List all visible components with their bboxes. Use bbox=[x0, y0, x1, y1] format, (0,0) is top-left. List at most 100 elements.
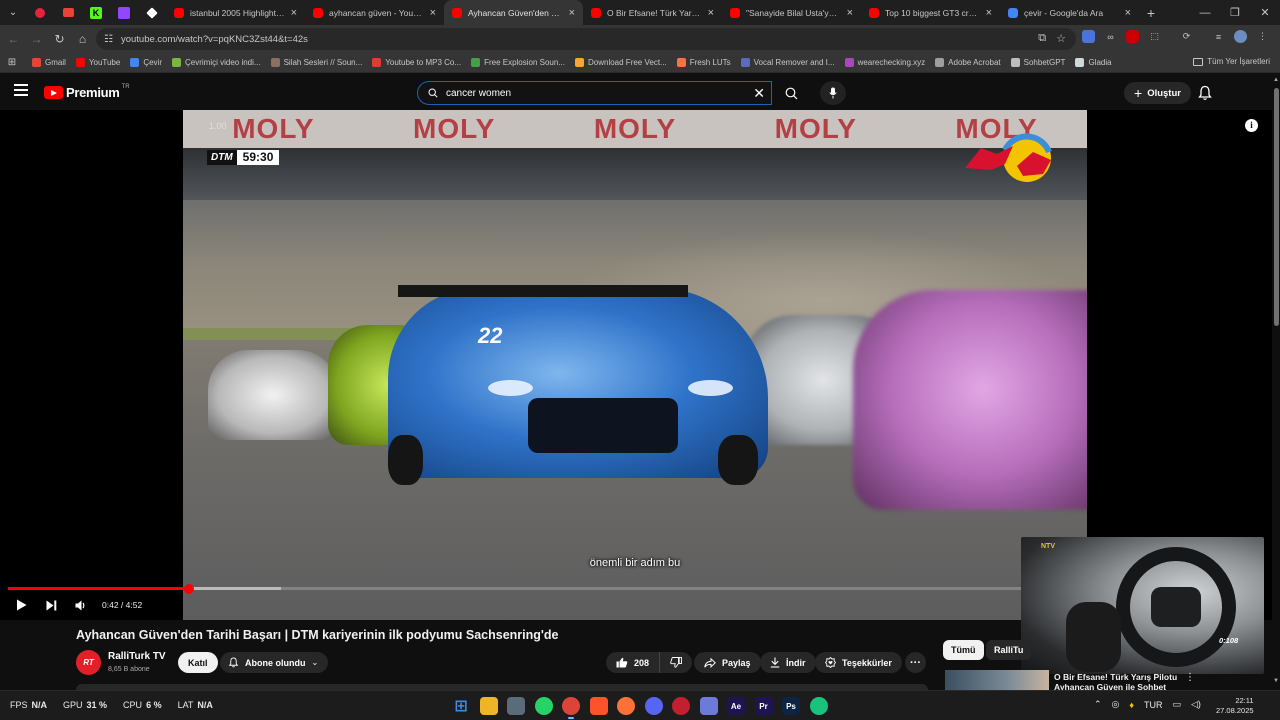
chrome-menu-icon[interactable]: ⋮ bbox=[1256, 30, 1269, 43]
channel-name[interactable]: RalliTurk TV bbox=[108, 651, 166, 662]
extension-glasses-icon[interactable]: ∞ bbox=[1104, 30, 1117, 43]
browser-tab[interactable]: "Sanayide Bilal Usta'ya Çırak × bbox=[722, 0, 861, 25]
bookmark-item[interactable]: Vocal Remover and I... bbox=[740, 58, 835, 67]
extensions-puzzle-icon[interactable]: ⬚ bbox=[1148, 30, 1161, 43]
install-app-icon[interactable]: ⧉ bbox=[1038, 32, 1046, 45]
pinned-tab-twitch[interactable] bbox=[110, 0, 138, 25]
scroll-down-arrow-icon[interactable]: ▼ bbox=[1273, 678, 1279, 684]
chip-channel[interactable]: RalliTu bbox=[986, 640, 1032, 660]
close-tab-icon[interactable]: × bbox=[430, 7, 436, 19]
recommended-more-icon[interactable]: ⋮ bbox=[1185, 672, 1195, 683]
extension-translate-icon[interactable] bbox=[1082, 30, 1095, 43]
taskbar-windows-start-icon[interactable]: ⊞ bbox=[452, 697, 470, 715]
mute-button[interactable] bbox=[66, 594, 96, 616]
taskbar-discord-icon[interactable] bbox=[644, 697, 663, 715]
reload-button[interactable]: ↻ bbox=[48, 32, 71, 46]
picture-in-picture-overlay[interactable]: NTV 0:108 bbox=[1021, 537, 1264, 674]
bookmark-item[interactable]: Download Free Vect... bbox=[575, 58, 667, 67]
taskbar-photoshop-icon[interactable]: Ps bbox=[782, 697, 800, 715]
info-icon[interactable]: i bbox=[1245, 119, 1258, 132]
extension-youtube-icon[interactable] bbox=[1126, 30, 1139, 43]
close-tab-icon[interactable]: × bbox=[1125, 7, 1131, 19]
taskbar-brave-icon[interactable] bbox=[589, 697, 608, 715]
new-tab-button[interactable]: + bbox=[1139, 5, 1163, 21]
bookmark-item[interactable]: Silah Sesleri // Soun... bbox=[270, 58, 362, 67]
close-tab-icon[interactable]: × bbox=[291, 7, 297, 19]
like-button[interactable]: 208 bbox=[606, 652, 661, 673]
tray-overflow-chevron-icon[interactable]: ⌃ bbox=[1094, 699, 1102, 710]
network-icon[interactable]: ▭ bbox=[1173, 699, 1182, 710]
more-actions-button[interactable]: ··· bbox=[905, 652, 926, 673]
scroll-up-arrow-icon[interactable]: ▲ bbox=[1273, 77, 1279, 83]
join-button[interactable]: Katıl bbox=[178, 652, 218, 673]
back-button[interactable]: ← bbox=[2, 32, 25, 46]
taskbar-opera-icon[interactable] bbox=[672, 697, 690, 715]
dislike-button[interactable] bbox=[660, 652, 692, 673]
close-tab-icon[interactable]: × bbox=[569, 7, 575, 19]
pinned-tab-diamond[interactable] bbox=[138, 0, 166, 25]
taskbar-firefox-icon[interactable] bbox=[617, 697, 635, 715]
omnibox[interactable]: ☷ youtube.com/watch?v=pqKNC3Zst44&t=42s … bbox=[96, 28, 1076, 50]
tab-search-chevron-icon[interactable]: ⌄ bbox=[0, 0, 26, 25]
profile-avatar-icon[interactable] bbox=[1234, 30, 1247, 43]
search-input[interactable] bbox=[446, 87, 736, 99]
close-tab-icon[interactable]: × bbox=[708, 7, 714, 19]
taskbar-notepad-icon[interactable] bbox=[507, 697, 525, 715]
taskbar-whatsapp-icon[interactable] bbox=[534, 697, 553, 715]
apps-grid-icon[interactable]: ⊞ bbox=[0, 57, 24, 68]
share-button[interactable]: Paylaş bbox=[694, 652, 761, 673]
site-settings-icon[interactable]: ☷ bbox=[104, 34, 113, 45]
bookmark-item[interactable]: Youtube to MP3 Co... bbox=[372, 58, 461, 67]
taskbar-chrome-icon[interactable] bbox=[562, 697, 580, 719]
close-tab-icon[interactable]: × bbox=[847, 7, 853, 19]
bookmark-item[interactable]: Çevrimiçi video indi... bbox=[172, 58, 261, 67]
voice-search-button[interactable] bbox=[820, 81, 846, 105]
chip-all[interactable]: Tümü bbox=[943, 640, 984, 660]
reading-list-icon[interactable]: ≡ bbox=[1212, 30, 1225, 43]
browser-tab[interactable]: Ayhancan Güven'den Tarihi B × bbox=[444, 0, 583, 25]
browser-tab[interactable]: ayhancan güven - YouTube × bbox=[305, 0, 444, 25]
recommended-video-thumbnail[interactable] bbox=[945, 670, 1049, 690]
pinned-tab-gmail[interactable] bbox=[54, 0, 82, 25]
home-button[interactable]: ⌂ bbox=[71, 32, 94, 46]
close-window-icon[interactable]: ✕ bbox=[1250, 0, 1280, 25]
bookmark-item[interactable]: Gladia bbox=[1075, 58, 1112, 67]
play-button[interactable] bbox=[6, 594, 36, 616]
profile-sync-icon[interactable]: ⟳ bbox=[1180, 30, 1193, 43]
taskbar-file-explorer-icon[interactable] bbox=[479, 697, 498, 715]
bookmark-item[interactable]: Çevir bbox=[130, 58, 162, 67]
notifications-bell-icon[interactable] bbox=[1197, 85, 1213, 101]
bookmark-item[interactable]: Free Explosion Soun... bbox=[471, 58, 565, 67]
scrollbar-thumb[interactable] bbox=[1274, 88, 1279, 326]
close-tab-icon[interactable]: × bbox=[986, 7, 992, 19]
bookmark-item[interactable]: wearechecking.xyz bbox=[844, 58, 925, 67]
bookmark-item[interactable]: YouTube bbox=[75, 58, 120, 67]
all-bookmarks-button[interactable]: Tüm Yer İşaretleri bbox=[1193, 57, 1270, 66]
microphone-tray-icon[interactable]: ♦ bbox=[1129, 700, 1134, 710]
volume-tray-icon[interactable]: ◁) bbox=[1191, 699, 1201, 710]
create-button[interactable]: + Oluştur bbox=[1124, 82, 1191, 104]
thanks-button[interactable]: Teşekkürler bbox=[815, 652, 902, 673]
taskbar-vpn-icon[interactable] bbox=[699, 697, 718, 715]
bookmark-item[interactable]: Fresh LUTs bbox=[676, 58, 731, 67]
bookmark-star-icon[interactable]: ☆ bbox=[1056, 32, 1066, 45]
subscribed-button[interactable]: Abone olundu ⌄ bbox=[220, 652, 329, 673]
restore-icon[interactable]: ❐ bbox=[1220, 0, 1250, 25]
taskbar-after-effects-icon[interactable]: Ae bbox=[727, 697, 745, 715]
browser-tab[interactable]: Top 10 biggest GT3 crashes × bbox=[861, 0, 1000, 25]
input-language[interactable]: TUR bbox=[1144, 700, 1163, 710]
pinned-tab-kick[interactable]: K bbox=[82, 0, 110, 25]
minimize-icon[interactable]: — bbox=[1190, 0, 1220, 25]
progress-scrubber-handle[interactable] bbox=[183, 583, 194, 594]
channel-avatar[interactable]: RT bbox=[76, 650, 101, 675]
menu-hamburger-icon[interactable] bbox=[14, 84, 28, 96]
taskbar-premiere-icon[interactable]: Pr bbox=[754, 697, 773, 715]
browser-tab[interactable]: istanbul 2005 Highlights | Pa × bbox=[166, 0, 305, 25]
next-video-button[interactable] bbox=[36, 594, 66, 616]
browser-tab[interactable]: O Bir Efsane! Türk Yarış P × bbox=[583, 0, 722, 25]
bookmark-item[interactable]: Adobe Acrobat bbox=[935, 58, 1001, 67]
recommended-video-title[interactable]: O Bir Efsane! Türk Yarış Pilotu Ayhancan… bbox=[1054, 672, 1194, 690]
taskbar-chatgpt-icon[interactable] bbox=[809, 697, 828, 715]
bookmark-item[interactable]: SohbetGPT bbox=[1010, 58, 1065, 67]
pinned-tab-opera[interactable] bbox=[26, 0, 54, 25]
